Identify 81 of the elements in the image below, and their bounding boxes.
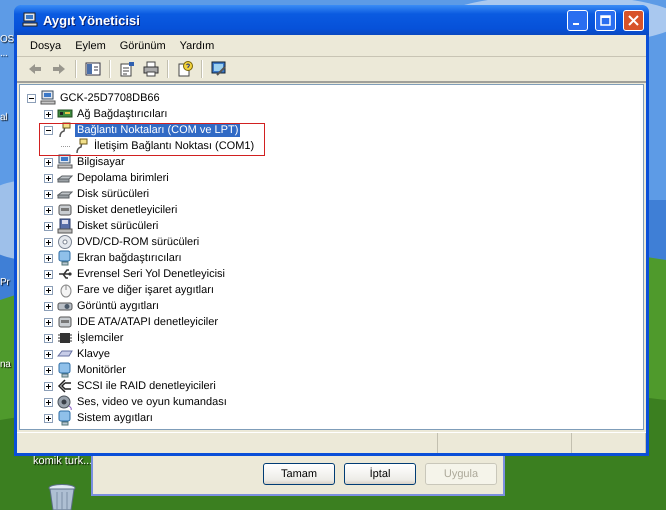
recycle-bin-icon[interactable] [46,484,78,510]
cable-plug-icon [74,138,90,154]
tree-item[interactable]: SCSI ile RAID denetleyicileri [75,379,218,393]
tree-item[interactable]: Sistem aygıtları [75,411,155,425]
close-icon [628,14,639,26]
expand-toggle[interactable] [44,174,53,182]
tree-item[interactable]: IDE ATA/ATAPI denetleyiciler [75,315,220,329]
tree-item[interactable]: Klavye [75,347,112,361]
tree-item[interactable]: Depolama birimleri [75,171,171,185]
tree-item[interactable]: Ses, video ve oyun kumandası [75,395,229,409]
tree-item[interactable]: İletişim Bağlantı Noktası (COM1) [92,139,256,153]
expand-toggle[interactable] [44,190,53,198]
pane-toggle-icon [85,61,101,77]
collapse-toggle[interactable] [27,94,36,102]
computer-icon [40,90,56,106]
dialog-button[interactable]: İptal [344,463,416,485]
maximize-icon [600,14,611,26]
scan-hardware-icon [211,61,227,77]
collapse-toggle[interactable] [44,126,53,134]
expand-toggle[interactable] [44,302,53,310]
minimize-icon [572,23,578,25]
expand-toggle[interactable] [44,318,53,326]
tree-item[interactable]: Ekran bağdaştırıcıları [75,251,184,265]
tree-item[interactable]: GCK-25D7708DB66 [58,91,162,105]
expand-toggle[interactable] [44,382,53,390]
tree-item[interactable]: Monitörler [75,363,128,377]
menu-item[interactable]: Dosya [23,40,68,52]
expand-toggle[interactable] [44,334,53,342]
monitor-icon [57,362,73,378]
connector-icon [57,378,73,394]
properties-icon [119,61,135,77]
tree-item[interactable]: Bilgisayar [75,155,127,169]
disc-icon [57,234,73,250]
desktop-icon-label[interactable]: na [0,359,11,370]
chip-icon [57,330,73,346]
back-arrow-icon [27,61,43,77]
tree-item[interactable]: Ağ Bağdaştırıcıları [75,107,170,121]
tree-item[interactable]: Disket sürücüleri [75,219,160,233]
computer-icon [22,12,38,28]
menu-item[interactable]: Görünüm [112,40,173,52]
floppy-icon [57,218,73,234]
computer-icon [57,154,73,170]
expand-toggle[interactable] [44,238,53,246]
window-title: Aygıt Yöneticisi [43,12,141,28]
tree-item[interactable]: Disket denetleyicileri [75,203,180,217]
toolbar-button[interactable] [141,59,161,79]
tree-item[interactable]: Fare ve diğer işaret aygıtları [75,283,216,297]
controller-icon [57,314,73,330]
monitor-icon [57,410,73,426]
expand-toggle[interactable] [44,366,53,374]
monitor-icon [57,250,73,266]
expand-toggle[interactable] [44,350,53,358]
expand-toggle[interactable] [44,254,53,262]
tree-item[interactable]: Bağlantı Noktaları (COM ve LPT) [75,123,240,137]
expand-toggle[interactable] [44,110,53,118]
controller-icon [57,202,73,218]
tree-item[interactable]: Görüntü aygıtları [75,299,161,313]
expand-toggle[interactable] [44,414,53,422]
expand-toggle[interactable] [44,206,53,214]
expand-toggle[interactable] [44,158,53,166]
tree-item[interactable]: İşlemciler [75,331,126,345]
expand-toggle[interactable] [44,286,53,294]
tree-item[interactable]: Evrensel Seri Yol Denetleyicisi [75,267,227,281]
printer-icon [143,61,159,77]
dialog-button[interactable]: Tamam [263,463,335,485]
tree-item[interactable]: DVD/CD-ROM sürücüleri [75,235,202,249]
menu-item[interactable]: Yardım [172,40,222,52]
minimize-button[interactable] [567,10,588,30]
expand-toggle[interactable] [44,222,53,230]
help-icon [177,61,193,77]
close-button[interactable] [623,10,644,30]
cable-plug-icon [57,122,73,138]
maximize-button[interactable] [595,10,616,30]
expand-toggle[interactable] [44,270,53,278]
desktop-icon-label[interactable]: komik turk... [33,455,92,467]
desktop-icon-label[interactable]: Pr [0,277,10,288]
menu-item[interactable]: Eylem [68,40,113,52]
speaker-icon [57,394,73,410]
tree-item[interactable]: Disk sürücüleri [75,187,152,201]
expand-toggle[interactable] [44,398,53,406]
forward-arrow-icon [51,61,67,77]
